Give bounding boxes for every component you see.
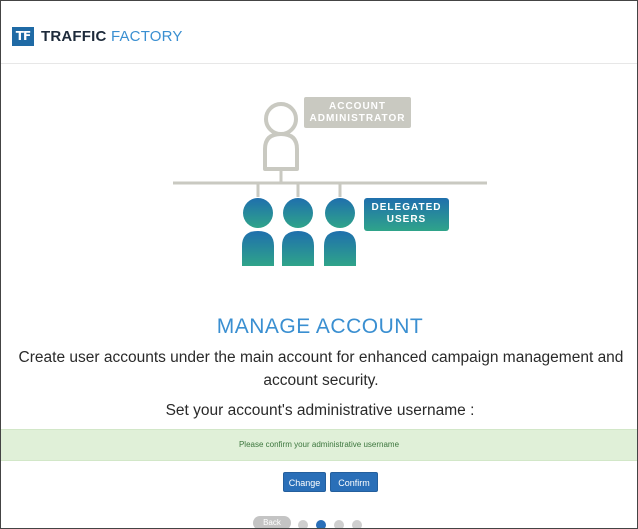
admin-user-icon xyxy=(263,102,299,171)
back-button[interactable]: Back xyxy=(253,516,291,528)
page-description: Create user accounts under the main acco… xyxy=(18,349,624,389)
hierarchy-connector xyxy=(173,169,487,197)
step-dot-2[interactable] xyxy=(316,520,326,528)
delegated-badge-line2: USERS xyxy=(386,214,427,225)
admin-badge-line1: ACCOUNT xyxy=(329,101,386,112)
app-window: TF TRAFFIC FACTORY ACCOUNT ADMINISTRATOR… xyxy=(0,0,638,529)
confirm-button[interactable]: Confirm xyxy=(330,472,378,492)
step-dot-3[interactable] xyxy=(334,520,344,528)
admin-badge-line2: ADMINISTRATOR xyxy=(309,113,406,124)
page-title: MANAGE ACCOUNT xyxy=(216,315,424,338)
delegated-user-icon-1 xyxy=(242,198,274,266)
delegated-users-badge: DELEGATED USERS xyxy=(364,198,449,231)
confirm-username-alert: Please confirm your administrative usern… xyxy=(1,429,637,461)
delegated-user-icon-2 xyxy=(282,198,314,266)
delegated-user-icon-3 xyxy=(324,198,356,266)
username-prompt: Set your account's administrative userna… xyxy=(165,402,475,419)
delegated-badge-line1: DELEGATED xyxy=(371,202,442,213)
change-button[interactable]: Change xyxy=(283,472,326,492)
wizard-stepper: Back xyxy=(1,516,637,528)
step-dot-1[interactable] xyxy=(298,520,308,528)
step-dot-4[interactable] xyxy=(352,520,362,528)
account-hierarchy-illustration xyxy=(173,102,487,266)
account-administrator-badge: ACCOUNT ADMINISTRATOR xyxy=(304,97,411,128)
